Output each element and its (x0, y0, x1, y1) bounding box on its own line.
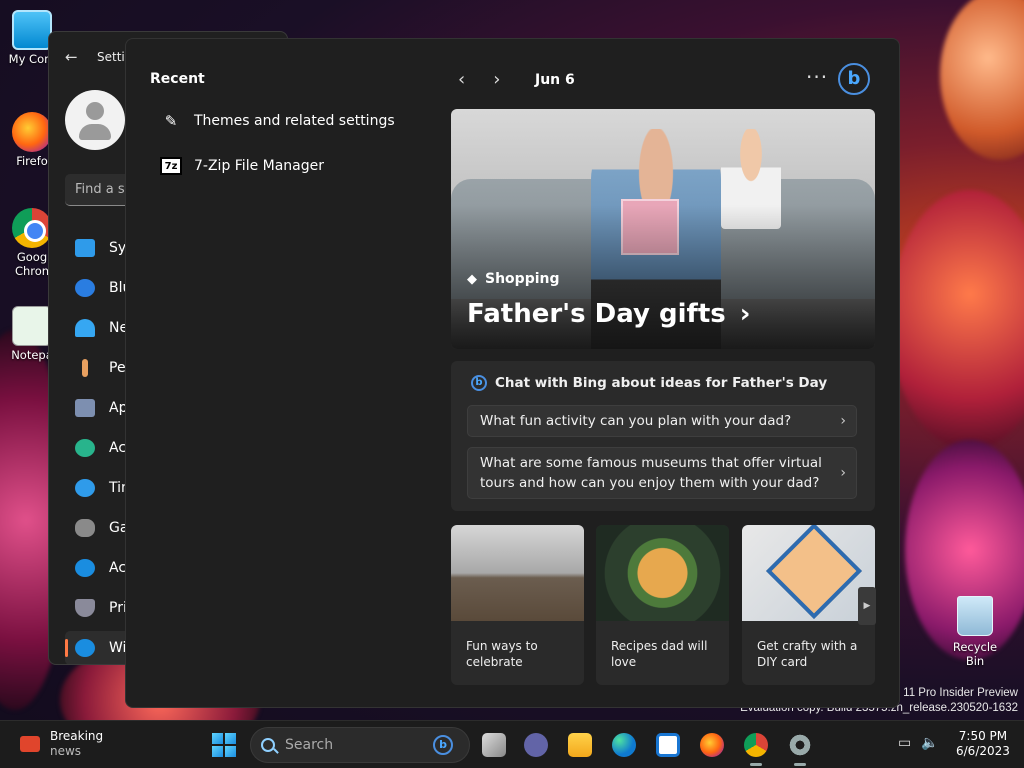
feed-card[interactable]: Fun ways to celebrate (451, 525, 584, 685)
chat-suggestion-text: What fun activity can you plan with your… (480, 413, 792, 429)
clock-date: 6/6/2023 (956, 744, 1010, 758)
hero-headline[interactable]: Father's Day gifts › (467, 299, 750, 329)
wallpaper-shape (940, 0, 1024, 160)
recent-item-label: 7-Zip File Manager (194, 158, 325, 174)
avatar[interactable] (65, 90, 125, 150)
shield-icon (75, 599, 95, 617)
news-title: Breaking (50, 729, 104, 743)
7zip-icon: 7z (160, 157, 182, 175)
edge-icon[interactable] (612, 733, 636, 757)
start-button[interactable] (212, 733, 236, 757)
card-caption: Recipes dad will love (611, 639, 708, 669)
taskbar: Breaking news b ▭ 🔈 7:50 PM 6/6/2023 (0, 720, 1024, 768)
card-image-food (596, 525, 729, 621)
card-caption: Get crafty with a DIY card (757, 639, 858, 669)
update-icon (75, 639, 95, 657)
bluetooth-icon (75, 279, 95, 297)
sidebar-item-label: Wi (109, 640, 127, 656)
accessibility-icon (75, 559, 95, 577)
hero-headline-text: Father's Day gifts (467, 299, 726, 329)
recent-heading: Recent (150, 71, 205, 87)
feed-card[interactable]: Recipes dad will love (596, 525, 729, 685)
chat-suggestion[interactable]: What fun activity can you plan with your… (467, 405, 857, 437)
search-input[interactable] (285, 737, 425, 753)
recent-item-label: Themes and related settings (194, 113, 395, 129)
firefox-icon[interactable] (700, 733, 724, 757)
chat-suggestion[interactable]: What are some famous museums that offer … (467, 447, 857, 499)
news-icon (20, 736, 40, 752)
wifi-icon (75, 319, 95, 337)
windows-logo-tile (225, 746, 236, 757)
search-icon (261, 738, 275, 752)
bing-chat-card: b Chat with Bing about ideas for Father'… (451, 361, 875, 511)
wallpaper-shape (890, 190, 1024, 450)
bing-icon: b (471, 375, 487, 391)
desktop-icon-label: Recycle Bin (952, 640, 998, 668)
sidebar-item-label: Ac (109, 560, 127, 576)
bing-icon[interactable]: b (433, 735, 453, 755)
file-explorer-icon[interactable] (568, 733, 592, 757)
chrome-icon (12, 208, 52, 248)
windows-logo-tile (212, 733, 223, 744)
person-icon (75, 439, 95, 457)
card-image-craft (742, 525, 875, 621)
recycle-bin-icon (957, 596, 993, 636)
desktop-icon-label: Firefo (16, 154, 48, 168)
chevron-right-icon: › (840, 465, 846, 481)
chevron-right-icon[interactable]: › (493, 69, 500, 90)
clock-time: 7:50 PM (958, 729, 1008, 743)
taskbar-search[interactable]: b (250, 727, 470, 763)
chevron-right-icon: › (840, 413, 846, 429)
system-icon (75, 239, 95, 257)
volume-icon[interactable]: 🔈 (921, 735, 938, 751)
brush-icon (82, 359, 88, 377)
news-subtitle: news (50, 744, 82, 758)
network-icon[interactable]: ▭ (898, 735, 911, 751)
chat-card-title-text: Chat with Bing about ideas for Father's … (495, 375, 828, 391)
bing-icon[interactable]: b (838, 63, 870, 95)
task-view-icon[interactable] (482, 733, 506, 757)
windows-logo-tile (225, 733, 236, 744)
clock-icon (75, 479, 95, 497)
settings-gear-icon[interactable] (788, 733, 812, 766)
clock[interactable]: 7:50 PM 6/6/2023 (956, 729, 1010, 759)
desktop-icon-label: Goog Chron (14, 250, 50, 278)
card-image-beach (451, 525, 584, 621)
chevron-right-icon: › (739, 299, 751, 329)
chat-card-title: b Chat with Bing about ideas for Father'… (471, 375, 827, 391)
tag-icon: ◆ (467, 271, 477, 287)
widgets-panel: Recent ✎ Themes and related settings 7z … (125, 38, 900, 708)
desktop-icon-label: Notepa (11, 348, 53, 362)
recent-item-themes[interactable]: ✎ Themes and related settings (160, 111, 395, 131)
scroll-right-button[interactable]: ▶ (858, 587, 876, 625)
desktop-icon-recycle-bin[interactable]: Recycle Bin (944, 596, 1006, 668)
feed-card[interactable]: Get crafty with a DIY card (742, 525, 875, 685)
more-options-button[interactable]: ··· (806, 65, 828, 89)
chevron-left-icon[interactable]: ‹ (458, 69, 465, 90)
card-caption: Fun ways to celebrate (466, 639, 538, 669)
sidebar-item-label: Ac (109, 440, 127, 456)
system-tray: ▭ 🔈 (898, 735, 939, 751)
chat-suggestion-text: What are some famous museums that offer … (480, 455, 822, 491)
teams-chat-icon[interactable] (524, 733, 548, 757)
hero-card-fathers-day[interactable]: ◆ Shopping Father's Day gifts › (451, 109, 875, 349)
firefox-icon (12, 112, 52, 152)
store-icon[interactable] (656, 733, 680, 757)
apps-icon (75, 399, 95, 417)
computer-icon (12, 10, 52, 50)
back-arrow-icon[interactable]: ← (65, 48, 78, 66)
gamepad-icon (75, 519, 95, 537)
feed-navigation: ‹ › (458, 69, 500, 90)
news-widget-button[interactable]: Breaking news (20, 729, 103, 759)
feed-date: Jun 6 (535, 72, 575, 88)
hero-tag-label: Shopping (485, 271, 560, 287)
notepad-icon (12, 306, 52, 346)
chrome-icon[interactable] (744, 733, 768, 766)
hero-tag: ◆ Shopping (467, 271, 560, 287)
brush-icon: ✎ (164, 112, 178, 130)
windows-logo-tile (212, 746, 223, 757)
recent-item-7zip[interactable]: 7z 7-Zip File Manager (160, 157, 324, 175)
